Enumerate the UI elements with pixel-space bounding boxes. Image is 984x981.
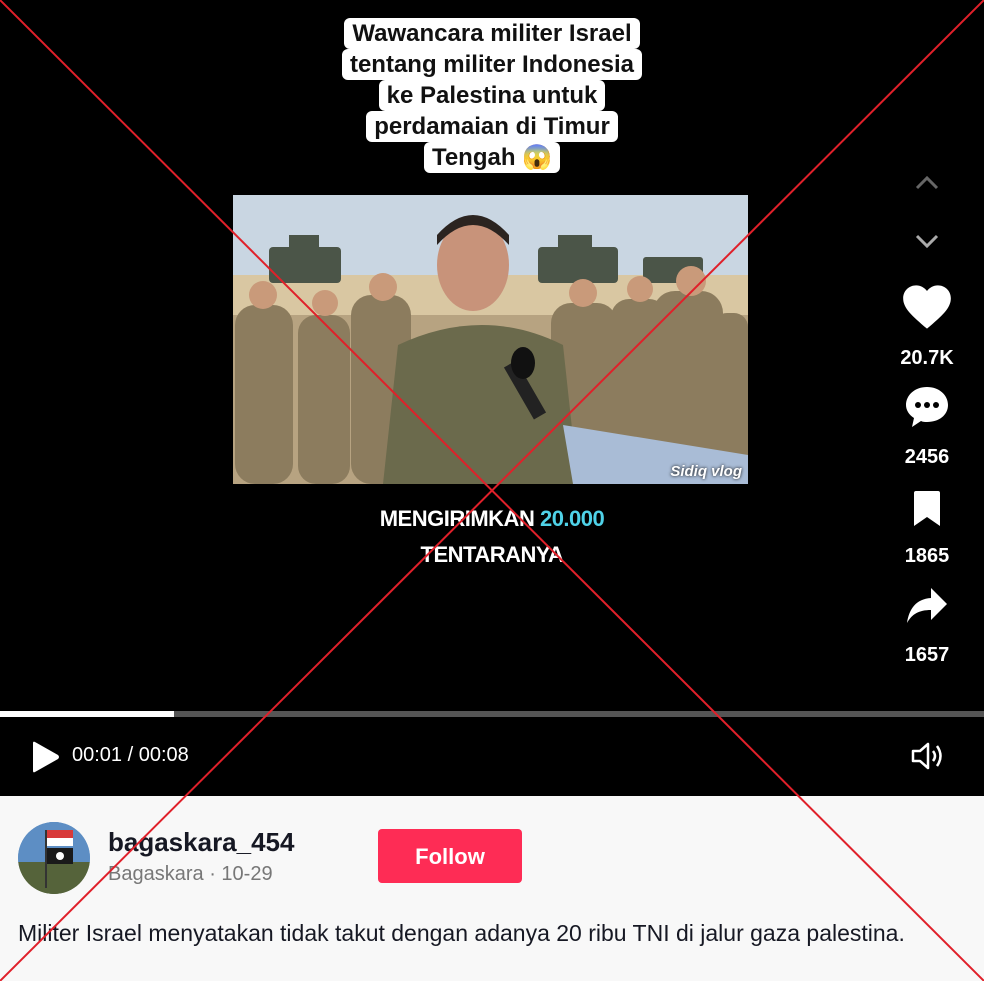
separator: · xyxy=(209,863,216,885)
avatar[interactable] xyxy=(18,822,90,894)
play-button[interactable] xyxy=(30,740,60,779)
caption-line: perdamaian di Timur xyxy=(366,111,618,142)
speaker-icon xyxy=(911,742,942,770)
author-display-name: Bagaskara xyxy=(108,863,204,885)
caption-line: tentang militer Indonesia xyxy=(341,49,643,80)
chevron-down-icon xyxy=(915,234,939,249)
caption-line: ke Palestina untuk xyxy=(378,80,606,111)
save-count: 1865 xyxy=(904,545,950,567)
progress-bar[interactable] xyxy=(0,711,984,717)
play-icon xyxy=(33,741,59,773)
author-username[interactable]: bagaskara_454 xyxy=(108,827,294,858)
avatar-image xyxy=(18,822,90,894)
share-count: 1657 xyxy=(904,644,950,666)
video-info-panel xyxy=(0,796,984,981)
progress-fill xyxy=(0,711,175,717)
post-date: 10-29 xyxy=(221,863,273,885)
subtitle-text: MENGIRIMKAN xyxy=(379,506,540,531)
subtitle-highlight: 20.000 xyxy=(539,506,605,531)
like-button[interactable] xyxy=(898,282,956,337)
video-watermark: Sidiq vlog xyxy=(670,463,742,480)
like-count: 20.7K xyxy=(900,347,954,369)
comment-button[interactable] xyxy=(898,384,956,435)
time-display: 00:01 / 00:08 xyxy=(72,744,189,766)
caption-line: Wawancara militer Israel xyxy=(344,18,640,49)
video-subtitle-line-1: MENGIRIMKAN 20.000 xyxy=(360,506,624,532)
next-video-button[interactable] xyxy=(898,232,956,257)
video-caption: Wawancara militer Israel tentang militer… xyxy=(336,18,648,173)
comment-count: 2456 xyxy=(904,446,950,468)
bookmark-icon xyxy=(914,491,940,526)
share-arrow-icon xyxy=(907,588,947,623)
share-button[interactable] xyxy=(898,586,956,631)
video-frame: Sidiq vlog xyxy=(233,195,748,484)
comment-icon xyxy=(906,387,948,427)
previous-video-button[interactable] xyxy=(898,172,956,197)
video-description: Militer Israel menyatakan tidak takut de… xyxy=(18,920,905,946)
caption-line: Tengah 😱 xyxy=(423,142,561,173)
video-player[interactable]: Wawancara militer Israel tentang militer… xyxy=(0,0,984,796)
video-subtitle-line-2: TENTARANYA xyxy=(420,542,564,567)
save-button[interactable] xyxy=(898,490,956,533)
heart-icon xyxy=(903,285,951,329)
author-subline: Bagaskara · 10-29 xyxy=(108,863,273,886)
video-scene-image xyxy=(233,195,748,484)
chevron-up-icon xyxy=(915,175,939,190)
volume-button[interactable] xyxy=(910,740,946,777)
follow-button[interactable]: Follow xyxy=(378,829,522,883)
